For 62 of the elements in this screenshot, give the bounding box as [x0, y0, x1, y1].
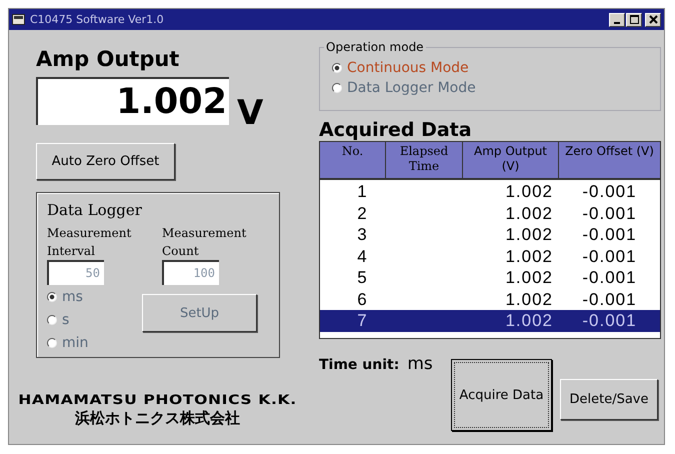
- table-row[interactable]: 6 1.002 -0.001: [320, 288, 660, 310]
- table-row[interactable]: 1 1.002 -0.001: [320, 181, 660, 202]
- unit-label: V: [237, 93, 264, 133]
- table-cell-text: 1.002: [504, 202, 554, 224]
- table-cell-text: -0.001: [581, 288, 638, 310]
- amp-output-display: 1.002: [36, 77, 229, 125]
- table-cell-text: -0.001: [581, 246, 638, 267]
- acquire-data-button[interactable]: Acquire Data: [451, 359, 552, 431]
- table-cell-text: 1.002: [504, 181, 554, 202]
- table-cell-text: -0.001: [581, 310, 638, 332]
- table-cell-text: 1.002: [504, 246, 554, 267]
- table-cell-text: -0.001: [581, 224, 638, 246]
- maximize-icon: [630, 15, 638, 24]
- unit-radio-label: s: [62, 312, 70, 328]
- auto-zero-offset-button[interactable]: Auto Zero Offset: [36, 143, 175, 180]
- unit-radio-label: ms: [62, 288, 83, 304]
- table-cell-text: 1.002: [504, 288, 554, 310]
- table-cell-text: -0.001: [581, 267, 638, 288]
- interval-label: Measurement Interval: [47, 225, 132, 260]
- column-header[interactable]: Amp Output (V): [463, 142, 559, 178]
- amp-output-label: Amp Output: [36, 47, 180, 73]
- table-cell-text: 1.002: [504, 224, 554, 246]
- table-cell-text: 1.002: [504, 310, 554, 332]
- unit-radio-label: min: [62, 334, 88, 350]
- company-logo-japanese: 浜松ホトニクス株式会社: [74, 409, 241, 428]
- table-cell-text: 1: [356, 181, 368, 202]
- table-cell-text: 7: [356, 310, 368, 332]
- table-cell-text: 2: [356, 202, 368, 224]
- radio-button[interactable]: [332, 83, 342, 93]
- table-row[interactable]: 5 1.002 -0.001: [320, 267, 660, 288]
- count-label: Measurement Count: [162, 225, 248, 260]
- window-title: C10475 Software Ver1.0: [30, 13, 164, 26]
- table-cell-text: 5: [356, 267, 368, 288]
- table-cell-text: -0.001: [581, 202, 638, 224]
- radio-button[interactable]: [332, 63, 342, 73]
- close-button[interactable]: [645, 12, 661, 26]
- maximize-button[interactable]: [626, 12, 642, 26]
- column-header[interactable]: No.: [320, 142, 386, 178]
- operation-mode-legend: Operation mode: [324, 40, 426, 54]
- column-header[interactable]: Zero Offset (V): [559, 142, 660, 178]
- company-logo-text: HAMAMATSU PHOTONICS K.K.: [17, 393, 298, 408]
- mode-radio-label: Data Logger Mode: [347, 80, 476, 96]
- time-unit-value: ms: [407, 354, 433, 374]
- delete-save-button[interactable]: Delete/Save: [560, 379, 658, 420]
- table-row[interactable]: 2 1.002 -0.001: [320, 202, 660, 224]
- time-unit-label: Time unit:: [319, 357, 400, 373]
- table-cell-text: 4: [356, 246, 368, 267]
- table-cell-text: 3: [356, 224, 368, 246]
- minimize-icon: [614, 22, 620, 24]
- table-cell-text: 6: [356, 288, 368, 310]
- acquired-data-title: Acquired Data: [319, 119, 473, 141]
- table-row[interactable]: 4 1.002 -0.001: [320, 246, 660, 267]
- window-icon: [12, 14, 26, 26]
- minimize-button[interactable]: [609, 12, 625, 26]
- table-row[interactable]: 7 1.002 -0.001: [320, 310, 660, 332]
- data-logger-title: Data Logger: [47, 201, 143, 219]
- column-header[interactable]: Elapsed Time: [386, 142, 463, 178]
- table-cell-text: 1.002: [504, 267, 554, 288]
- mode-radio-label: Continuous Mode: [347, 60, 469, 76]
- table-cell-text: -0.001: [581, 181, 638, 202]
- table-row[interactable]: 3 1.002 -0.001: [320, 224, 660, 246]
- close-icon: [648, 15, 658, 24]
